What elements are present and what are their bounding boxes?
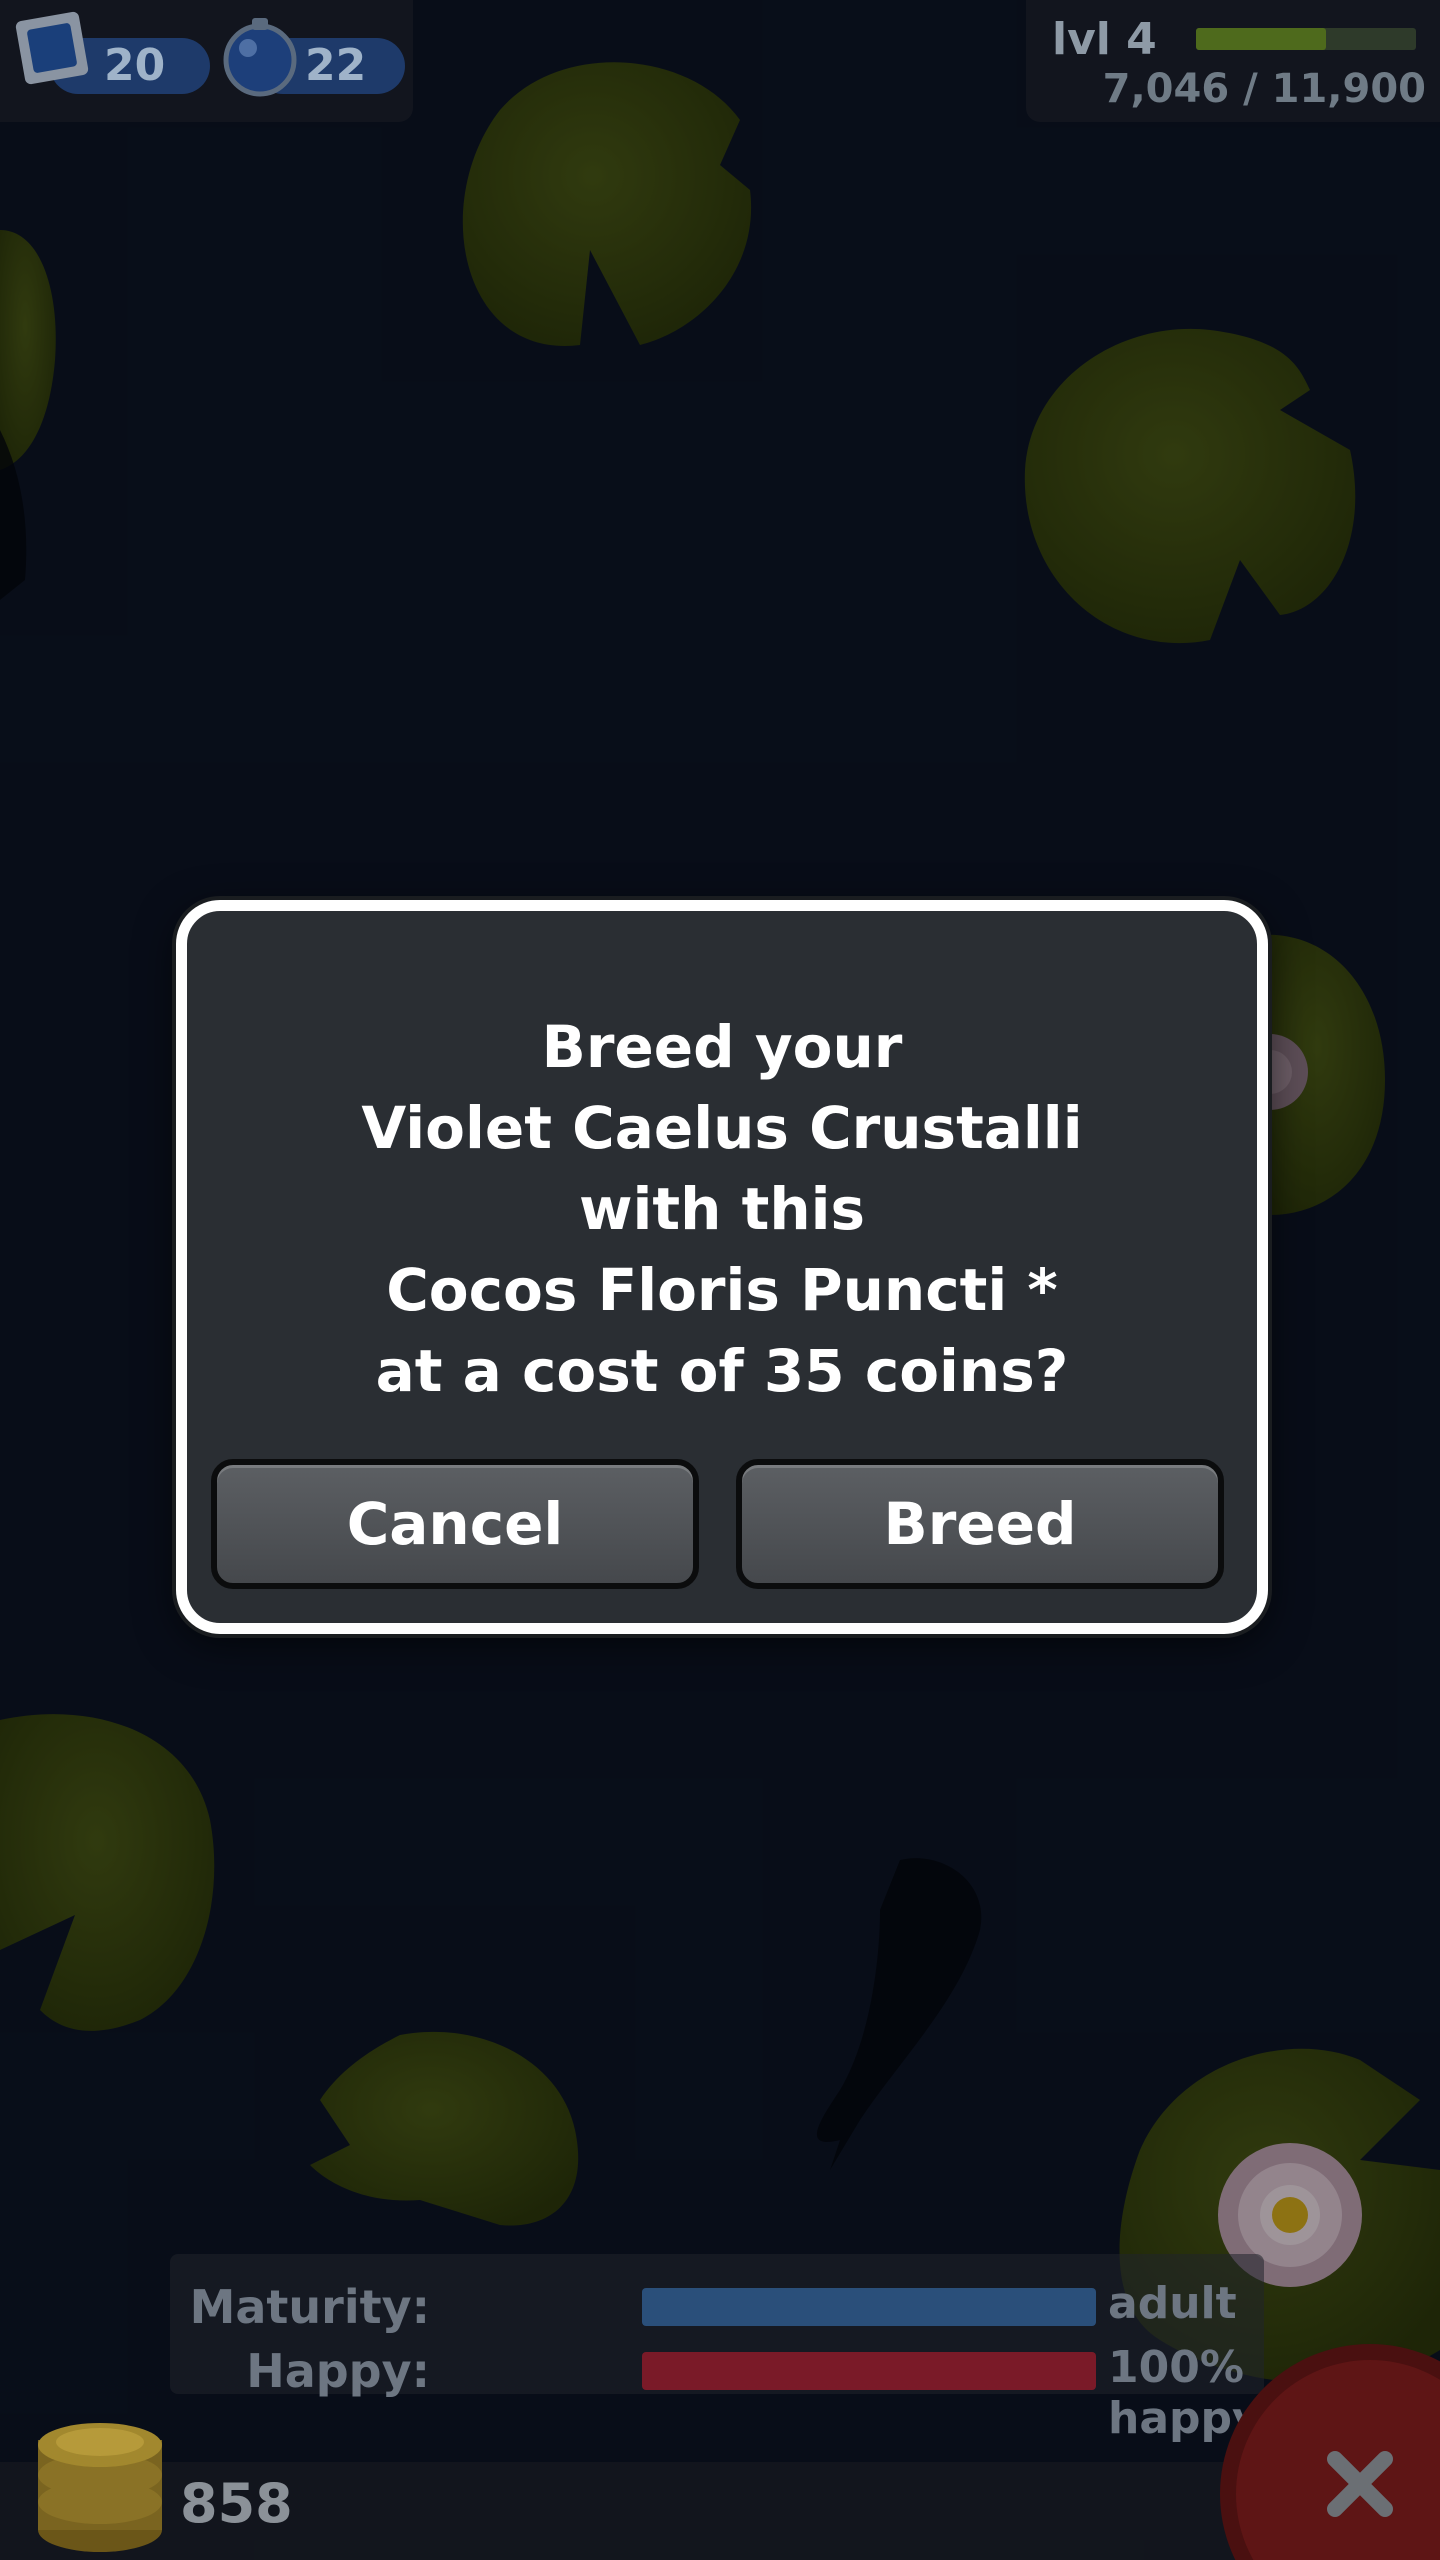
orb-icon [223,18,297,97]
breed-confirm-dialog: Breed your Violet Caelus Crustalli with … [176,900,1268,1634]
message-line: at a cost of 35 coins? [375,1337,1069,1405]
level-hud: lvl 4 7,046 / 11,900 [1026,0,1440,122]
xp-bar-fill [1196,28,1326,50]
fish-stats-panel: Maturity: adult Happy: 100% happy [170,2254,1264,2444]
breed-message: Breed your Violet Caelus Crustalli with … [187,1007,1257,1412]
coin-count: 858 [180,2472,293,2535]
maturity-value: adult [1108,2278,1237,2329]
happy-label: Happy: [246,2344,430,2398]
xp-bar [1196,28,1416,50]
coins-icon[interactable] [30,2380,180,2560]
cancel-button[interactable]: Cancel [211,1459,699,1589]
message-line: with this [578,1175,866,1243]
message-line: Cocos Floris Puncti * [386,1256,1058,1324]
game-screen: 20 22 lvl 4 7,046 / 11,900 Breed your Vi… [0,0,1440,2560]
xp-text: 7,046 / 11,900 [1102,66,1426,112]
level-label: lvl 4 [1052,14,1157,65]
breed-button[interactable]: Breed [736,1459,1224,1589]
stamp-icon [15,11,89,85]
happy-bar [642,2352,1096,2390]
close-button[interactable] [1220,2344,1440,2560]
maturity-bar [642,2288,1096,2326]
message-line: Breed your [541,1013,903,1081]
currency-hud: 20 22 [0,0,413,122]
stamps-count: 20 [104,40,166,91]
maturity-label: Maturity: [189,2280,430,2334]
gems-count: 22 [305,40,367,91]
message-line: Violet Caelus Crustalli [361,1094,1083,1162]
